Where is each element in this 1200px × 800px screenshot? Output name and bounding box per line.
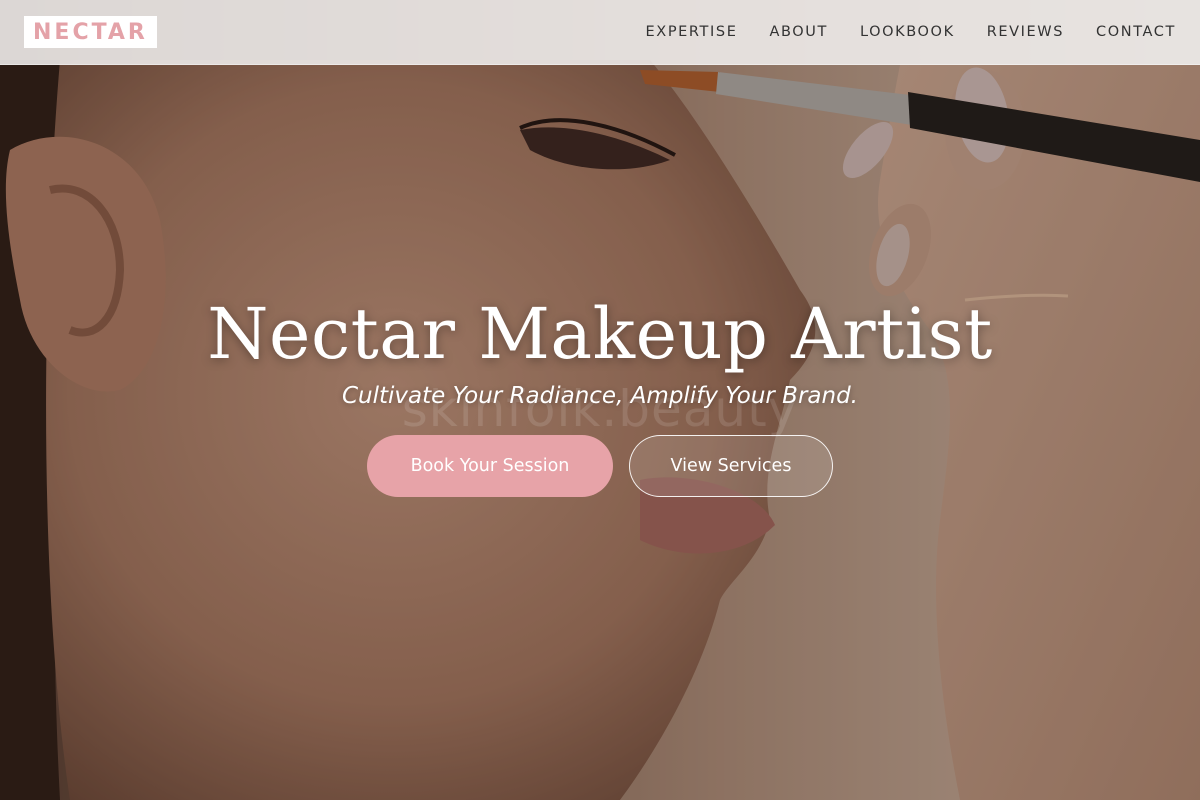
hero-section: Nectar Makeup Artist skinfolk.beauty Cul…: [0, 290, 1200, 497]
view-services-button[interactable]: View Services: [629, 435, 833, 497]
hero-buttons: Book Your Session View Services: [0, 435, 1200, 497]
book-session-button[interactable]: Book Your Session: [367, 435, 613, 497]
page: NECTAR EXPERTISE ABOUT LOOKBOOK REVIEWS …: [0, 0, 1200, 800]
nav-link-reviews[interactable]: REVIEWS: [987, 24, 1064, 40]
hero-tagline-wrap: skinfolk.beauty Cultivate Your Radiance,…: [0, 380, 1200, 434]
hero-title: Nectar Makeup Artist: [207, 293, 993, 375]
navbar: NECTAR EXPERTISE ABOUT LOOKBOOK REVIEWS …: [0, 0, 1200, 65]
nav-link-expertise[interactable]: EXPERTISE: [646, 24, 738, 40]
nav-link-lookbook[interactable]: LOOKBOOK: [860, 24, 955, 40]
hero-tagline: Cultivate Your Radiance, Amplify Your Br…: [341, 383, 858, 409]
brand-logo[interactable]: NECTAR: [24, 16, 157, 48]
nav-link-about[interactable]: ABOUT: [769, 24, 828, 40]
main-nav: EXPERTISE ABOUT LOOKBOOK REVIEWS CONTACT: [614, 24, 1176, 40]
nav-link-contact[interactable]: CONTACT: [1096, 24, 1176, 40]
